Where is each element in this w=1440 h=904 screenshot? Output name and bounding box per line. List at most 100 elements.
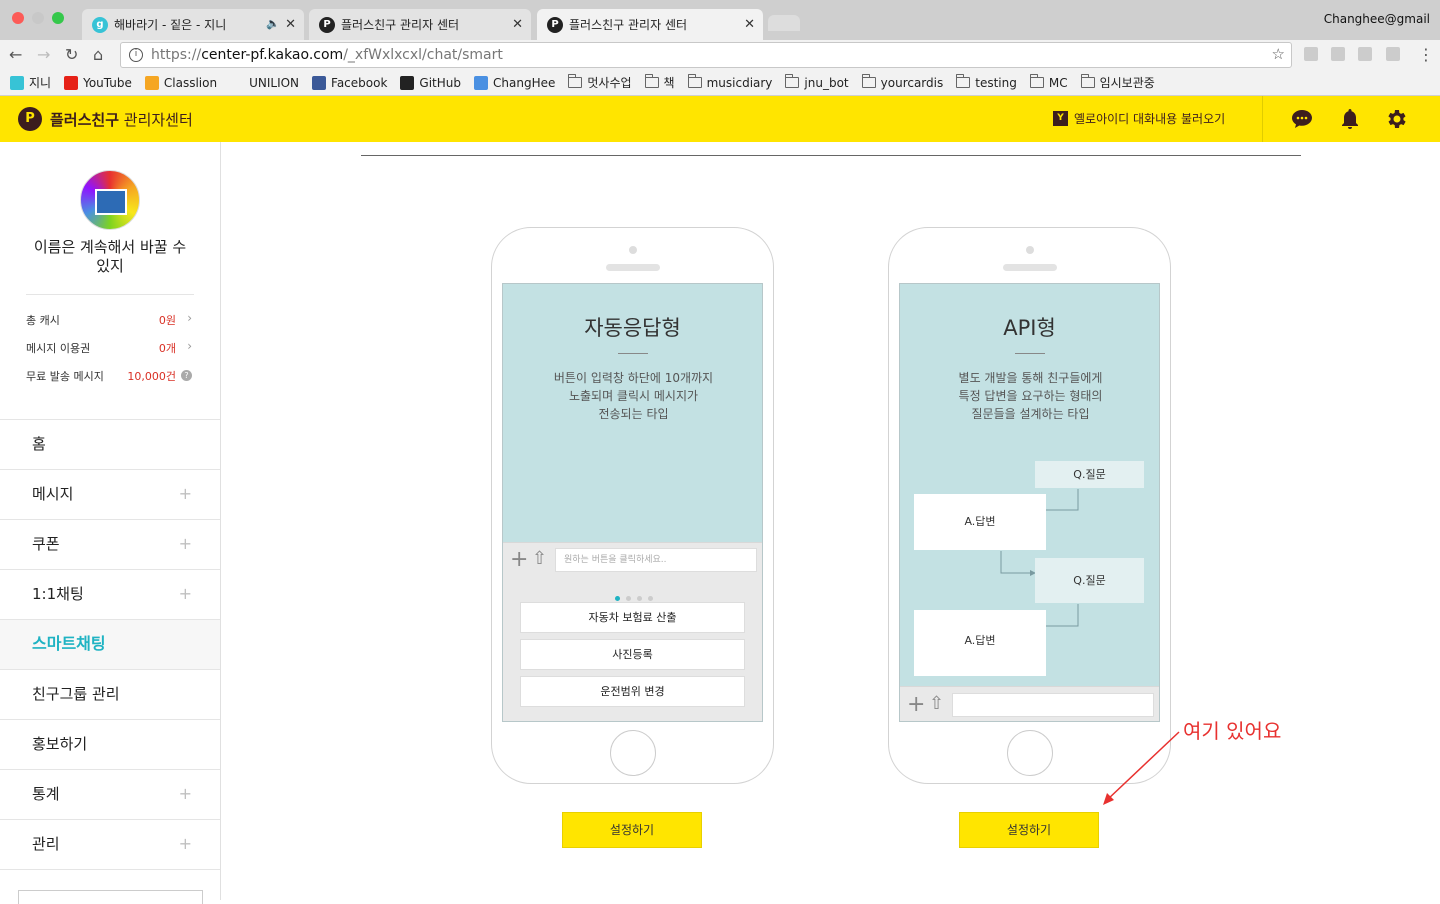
browser-toolbar: ← → ↻ ⌂ i https://center-pf.kakao.com/_x… (0, 40, 1440, 70)
phone-camera (629, 246, 637, 254)
yellowid-import-link[interactable]: Y 옐로아이디 대화내용 불러오기 (1053, 110, 1225, 127)
sidebar-item-label: 통계 (32, 785, 60, 803)
bookmark-folder[interactable]: 멋사수업 (568, 74, 632, 91)
sidebar-item-label: 쿠폰 (32, 535, 60, 553)
bookmark-label: MC (1048, 75, 1068, 90)
phone-api: API형 별도 개발을 통해 친구들에게 특정 답변을 요구하는 형태의 질문들… (888, 227, 1171, 784)
flow-question-bubble: Q.질문 (1035, 558, 1144, 603)
sidebar-item-label: 친구그룹 관리 (32, 685, 120, 703)
tab-close-icon[interactable]: ✕ (512, 17, 523, 32)
bookmark-folder[interactable]: 책 (644, 74, 675, 91)
bookmark-folder[interactable]: musicdiary (687, 74, 772, 90)
tab-title: 플러스친구 관리자 센터 (569, 18, 688, 32)
sidebar-item-label: 홍보하기 (32, 735, 88, 753)
folder-icon (861, 74, 876, 88)
json-extension-icon[interactable] (1386, 47, 1400, 61)
browser-tab-plusfriend-active[interactable]: P 플러스친구 관리자 센터 ✕ (537, 9, 763, 40)
browser-profile[interactable]: Changhee@gmail (1324, 12, 1430, 26)
reload-icon[interactable]: ↻ (65, 45, 78, 64)
sidebar-menu: 홈 메시지 + 쿠폰 +1:1채팅 + 스마트채팅 친구그룹 관리 홍보하기 통계 + 관리 + (0, 419, 220, 870)
sidebar-item[interactable]: 통계 + (0, 769, 220, 819)
youtube-icon (64, 75, 79, 90)
bookmark-folder[interactable]: testing (956, 74, 1017, 90)
bell-icon[interactable] (1338, 107, 1362, 131)
quick-reply-button: 자동차 보험료 산출 (520, 602, 745, 633)
bookmark-site[interactable]: Classlion (144, 75, 217, 90)
bookmark-site[interactable]: 지니 (10, 74, 51, 91)
chevron-right-icon: › (187, 311, 192, 325)
bookmark-site[interactable]: Facebook (312, 75, 387, 90)
brand-title[interactable]: 플러스친구 관리자센터 (50, 109, 193, 130)
forward-icon[interactable]: → (37, 45, 50, 64)
sidebar-item[interactable]: 친구그룹 관리 (0, 669, 220, 719)
sidebar-item[interactable]: 스마트채팅 (0, 619, 220, 669)
help-icon[interactable]: ? (181, 370, 192, 381)
stat-cash[interactable]: 총 캐시 0원 › (26, 311, 194, 328)
chat-icon[interactable] (1290, 107, 1314, 131)
sidebar-item[interactable]: 홈 (0, 419, 220, 469)
browser-tab-genie[interactable]: g 해바라기 - 짙은 - 지니 🔈 ✕ (82, 9, 304, 40)
genie-icon: g (92, 16, 108, 33)
sidebar-item[interactable]: 쿠폰 + (0, 519, 220, 569)
sidebar-item[interactable]: 메시지 + (0, 469, 220, 519)
sidebar-item-label: 스마트채팅 (32, 634, 106, 653)
bookmark-site[interactable]: GitHub (400, 75, 461, 90)
menu-dots-icon[interactable]: ⋮ (1418, 45, 1434, 64)
folder-icon (687, 74, 702, 88)
bookmark-star-icon[interactable]: ☆ (1272, 45, 1285, 63)
extension-icon[interactable] (1304, 47, 1318, 61)
bookmark-folder[interactable]: jnu_bot (785, 74, 849, 90)
sidebar-item-label: 홈 (32, 435, 46, 453)
bookmark-folder[interactable]: yourcardis (861, 74, 943, 90)
info-icon[interactable]: i (129, 48, 143, 62)
setup-api-button[interactable]: 설정하기 (959, 812, 1099, 848)
setup-auto-response-button[interactable]: 설정하기 (562, 812, 702, 848)
expand-plus-icon[interactable]: + (179, 520, 192, 568)
bookmark-site[interactable]: UNILION (230, 75, 299, 90)
genie-icon (10, 75, 24, 90)
bookmark-label: jnu_bot (804, 75, 849, 90)
plus-icon: + (907, 692, 926, 717)
phone-home-button (1007, 730, 1053, 776)
back-icon[interactable]: ← (9, 45, 22, 64)
sidebar-item[interactable]: 1:1채팅 + (0, 569, 220, 619)
sidebar-search-box[interactable] (18, 890, 203, 904)
drive-icon[interactable] (1358, 47, 1372, 61)
plus-icon: + (510, 547, 529, 572)
bookmark-folder[interactable]: MC (1029, 74, 1068, 90)
profile-name: 이름은 계속해서 바꿀 수 있지 (33, 238, 187, 275)
maximize-window-button[interactable] (52, 12, 64, 24)
card-title: 자동응답형 (584, 316, 681, 340)
bookmark-folder[interactable]: 임시보관중 (1080, 74, 1155, 91)
folder-icon (785, 74, 800, 88)
bookmark-site[interactable]: YouTube (64, 75, 132, 90)
folder-icon (956, 74, 971, 88)
expand-plus-icon[interactable]: + (179, 570, 192, 618)
browser-tab-plusfriend[interactable]: P 플러스친구 관리자 센터 ✕ (309, 9, 531, 40)
tab-title: 해바라기 - 짙은 - 지니 (114, 18, 227, 32)
bookmark-site[interactable]: ChangHee (474, 75, 556, 90)
sidebar-item[interactable]: 홍보하기 (0, 719, 220, 769)
bookmark-label: testing (975, 75, 1017, 90)
stat-message-voucher[interactable]: 메시지 이용권 0개 › (26, 339, 194, 356)
expand-plus-icon[interactable]: + (179, 770, 192, 818)
bookmark-label: ChangHee (493, 75, 556, 90)
plusfriend-icon: P (547, 16, 563, 33)
tab-close-icon[interactable]: ✕ (285, 17, 296, 32)
brand-bold: 플러스친구 (50, 111, 120, 129)
profile-avatar[interactable] (80, 170, 140, 230)
plusfriend-logo-icon[interactable]: P (18, 107, 42, 131)
tab-close-icon[interactable]: ✕ (744, 17, 755, 32)
expand-plus-icon[interactable]: + (179, 820, 192, 868)
close-window-button[interactable] (12, 12, 24, 24)
new-tab-button[interactable] (768, 15, 800, 31)
address-bar[interactable]: i https://center-pf.kakao.com/_xfWxlxcxl… (120, 42, 1292, 68)
cast-icon[interactable] (1331, 47, 1345, 61)
sidebar-item-label: 1:1채팅 (32, 585, 84, 603)
chat-input-field (952, 693, 1154, 717)
home-icon[interactable]: ⌂ (93, 45, 103, 64)
sidebar-item[interactable]: 관리 + (0, 819, 220, 869)
expand-plus-icon[interactable]: + (179, 470, 192, 518)
minimize-window-button[interactable] (32, 12, 44, 24)
gear-icon[interactable] (1384, 107, 1408, 131)
